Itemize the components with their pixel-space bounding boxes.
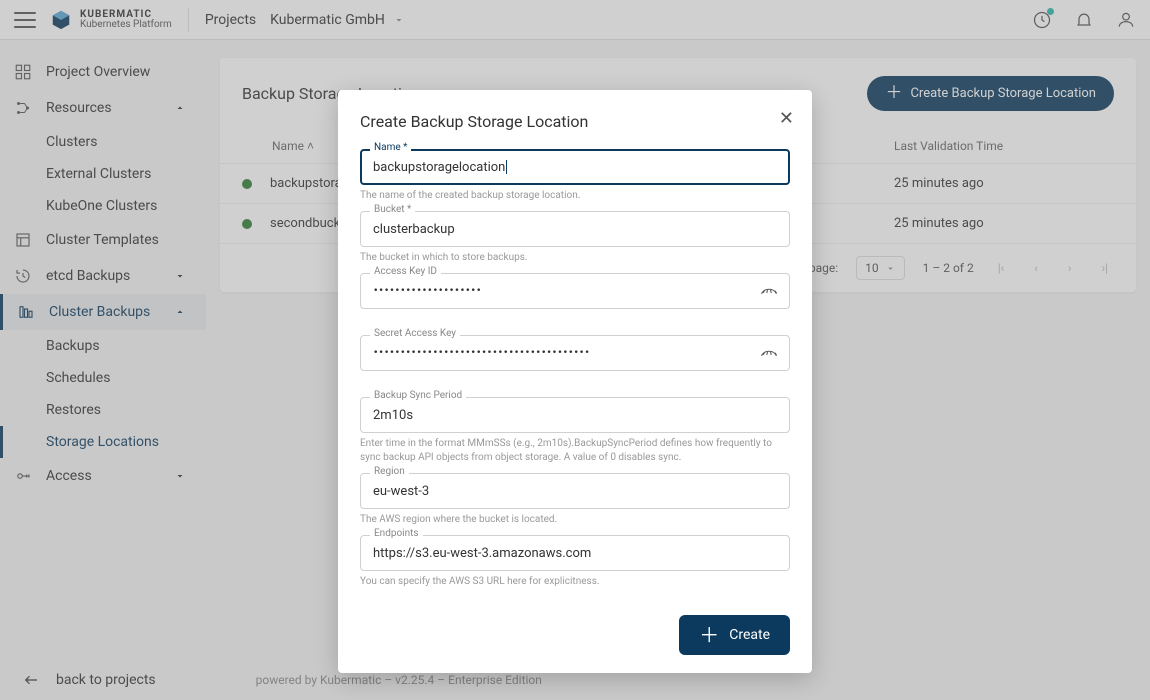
field-label: Bucket * xyxy=(370,204,415,215)
field-label: Access Key ID xyxy=(370,266,441,277)
region-input[interactable] xyxy=(360,473,790,509)
field-label: Secret Access Key xyxy=(370,328,460,339)
access-key-field: Access Key ID xyxy=(360,273,790,309)
field-label: Region xyxy=(370,466,409,477)
region-hint: The AWS region where the bucket is locat… xyxy=(360,513,790,527)
bucket-hint: The bucket in which to store backups. xyxy=(360,251,790,265)
sync-period-input[interactable] xyxy=(360,397,790,433)
secret-key-input[interactable] xyxy=(360,335,790,371)
endpoints-hint: You can specify the AWS S3 URL here for … xyxy=(360,575,790,589)
endpoints-field: Endpoints xyxy=(360,535,790,571)
eye-hidden-icon[interactable] xyxy=(760,345,778,359)
field-label: Name * xyxy=(370,142,411,153)
create-button[interactable]: ＋ Create xyxy=(679,615,790,655)
endpoints-input[interactable] xyxy=(360,535,790,571)
sync-period-field: Backup Sync Period xyxy=(360,397,790,433)
create-backup-location-dialog: Create Backup Storage Location ✕ Name * … xyxy=(338,90,812,673)
plus-icon: ＋ xyxy=(699,625,719,645)
field-label: Backup Sync Period xyxy=(370,390,466,401)
name-hint: The name of the created backup storage l… xyxy=(360,189,790,203)
sync-period-hint: Enter time in the format MMmSSs (e.g., 2… xyxy=(360,437,790,465)
eye-hidden-icon[interactable] xyxy=(760,283,778,297)
modal-overlay[interactable]: Create Backup Storage Location ✕ Name * … xyxy=(0,0,1150,700)
field-label: Endpoints xyxy=(370,528,423,539)
name-input[interactable]: backupstoragelocation xyxy=(360,149,790,185)
name-field: Name * backupstoragelocation xyxy=(360,149,790,185)
access-key-input[interactable] xyxy=(360,273,790,309)
secret-key-field: Secret Access Key xyxy=(360,335,790,371)
region-field: Region xyxy=(360,473,790,509)
bucket-field: Bucket * xyxy=(360,211,790,247)
close-button[interactable]: ✕ xyxy=(779,108,794,129)
dialog-title: Create Backup Storage Location xyxy=(360,112,790,131)
bucket-input[interactable] xyxy=(360,211,790,247)
